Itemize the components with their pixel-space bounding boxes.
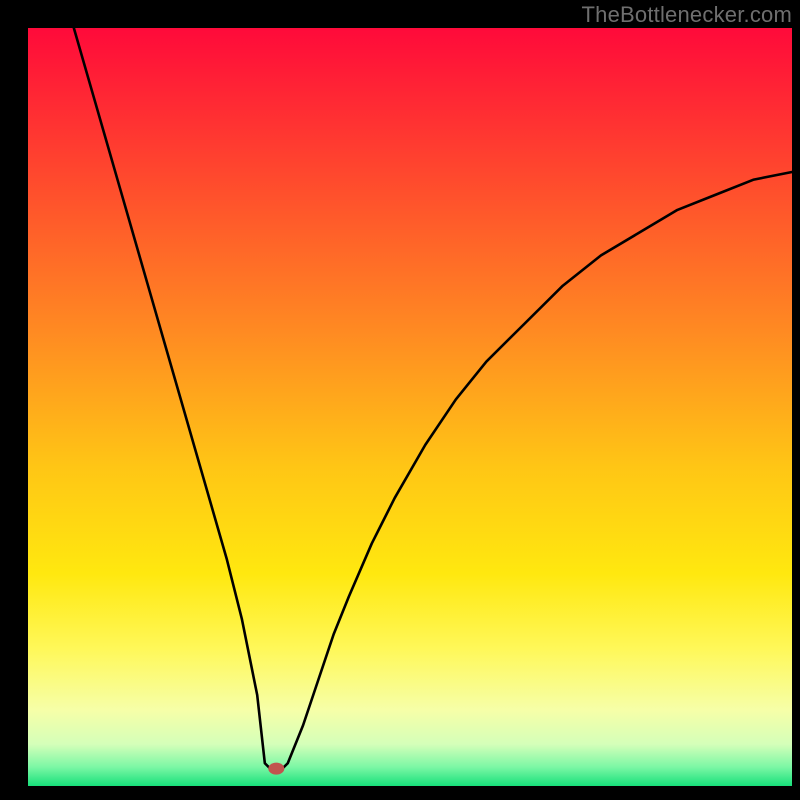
attribution-text: TheBottlenecker.com — [582, 2, 792, 28]
plot-background — [28, 28, 792, 786]
chart-stage: TheBottlenecker.com — [0, 0, 800, 800]
bottleneck-chart — [0, 0, 800, 800]
optimal-point-marker — [268, 763, 284, 775]
